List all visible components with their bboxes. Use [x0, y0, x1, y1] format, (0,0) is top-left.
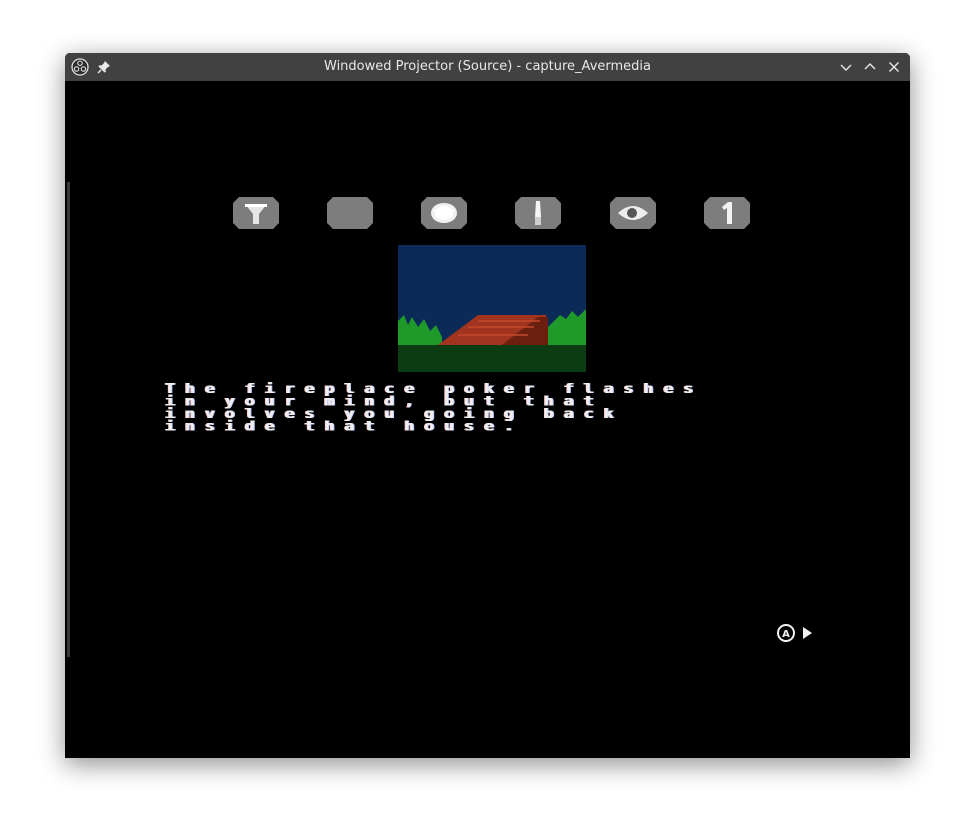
chevron-up-icon[interactable]: [862, 59, 878, 75]
number-item-icon[interactable]: [704, 197, 750, 229]
empty-item-slot[interactable]: [327, 197, 373, 229]
knife-item-icon[interactable]: [515, 197, 561, 229]
continue-prompt[interactable]: A: [775, 624, 819, 642]
projector-window: Windowed Projector (Source) - capture_Av…: [65, 53, 910, 758]
capture-edge: [67, 182, 70, 657]
a-button-label: A: [782, 629, 790, 640]
chevron-down-icon[interactable]: [838, 59, 854, 75]
close-icon[interactable]: [886, 59, 902, 75]
game-screen[interactable]: The fireplace poker flashes in your mind,…: [65, 81, 910, 758]
story-text: The fireplace poker flashes in your mind,…: [165, 383, 825, 435]
scene-image: [398, 245, 586, 372]
eye-item-icon[interactable]: [610, 197, 656, 229]
title-bar[interactable]: Windowed Projector (Source) - capture_Av…: [65, 53, 910, 81]
window-title: Windowed Projector (Source) - capture_Av…: [324, 59, 651, 74]
round-item-icon[interactable]: [421, 197, 467, 229]
story-line: inside that house.: [165, 418, 524, 435]
funnel-item-icon[interactable]: [233, 197, 279, 229]
play-arrow-icon: [803, 627, 812, 639]
